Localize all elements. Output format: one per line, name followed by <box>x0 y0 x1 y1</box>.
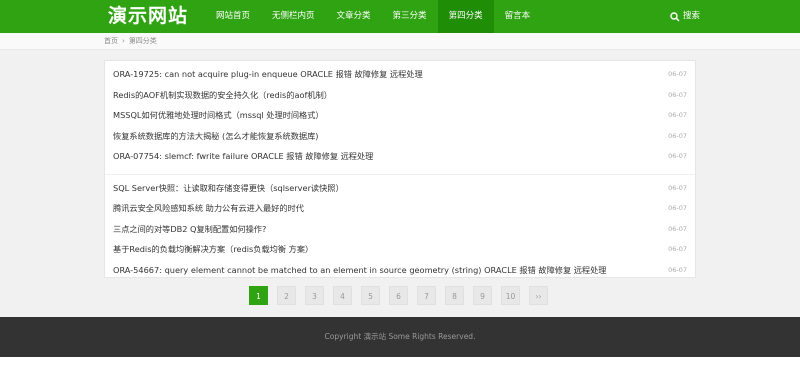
list-item[interactable]: 基于Redis的负载均衡解决方案（redis负载均衡 方案） 06-07 <box>113 239 687 260</box>
site-footer: Copyright 演示站 Some Rights Reserved. <box>0 317 800 357</box>
nav-item-no-sidebar[interactable]: 无侧栏内页 <box>261 0 326 33</box>
page-2-button[interactable]: 2 <box>277 286 296 305</box>
page-6-button[interactable]: 6 <box>389 286 408 305</box>
article-title[interactable]: ORA-07754: slemcf: fwrite failure ORACLE… <box>113 150 373 162</box>
nav-item-third-category[interactable]: 第三分类 <box>382 0 438 33</box>
article-date: 06-07 <box>668 183 687 192</box>
breadcrumb-bar: 首页 › 第四分类 <box>0 33 800 50</box>
site-logo[interactable]: 演示网站 <box>108 3 188 29</box>
page-5-button[interactable]: 5 <box>361 286 380 305</box>
article-date: 06-07 <box>668 131 687 140</box>
list-item[interactable]: 三点之间的对等DB2 Q复制配置如何操作? 06-07 <box>113 219 687 240</box>
site-header: 演示网站 网站首页 无侧栏内页 文章分类 第三分类 第四分类 留言本 搜索 <box>0 0 800 33</box>
search-button[interactable]: 搜索 <box>670 0 700 33</box>
breadcrumb-home[interactable]: 首页 <box>104 33 118 49</box>
article-title[interactable]: 三点之间的对等DB2 Q复制配置如何操作? <box>113 223 266 235</box>
article-date: 06-07 <box>668 265 687 274</box>
page-8-button[interactable]: 8 <box>445 286 464 305</box>
next-page-button[interactable]: ›› <box>529 286 548 305</box>
article-group: SQL Server快照：让读取和存储变得更快（sqlserver读快照） 06-… <box>105 173 695 281</box>
nav-item-home[interactable]: 网站首页 <box>205 0 261 33</box>
list-item[interactable]: ORA-19725: can not acquire plug-in enque… <box>113 64 687 85</box>
breadcrumb-separator: › <box>122 37 125 45</box>
list-item[interactable]: MSSQL如何优雅地处理时间格式（mssql 处理时间格式） 06-07 <box>113 105 687 126</box>
page-7-button[interactable]: 7 <box>417 286 436 305</box>
article-date: 06-07 <box>668 111 687 120</box>
article-title[interactable]: MSSQL如何优雅地处理时间格式（mssql 处理时间格式） <box>113 109 324 121</box>
list-item[interactable]: ORA-07754: slemcf: fwrite failure ORACLE… <box>113 146 687 167</box>
pagination: 1 2 3 4 5 6 7 8 9 10 ›› <box>249 286 548 305</box>
article-title[interactable]: Redis的AOF机制实现数据的安全持久化（redis的aof机制） <box>113 89 332 101</box>
article-date: 06-07 <box>668 152 687 161</box>
copyright-text: Copyright 演示站 Some Rights Reserved. <box>324 332 476 341</box>
article-date: 06-07 <box>668 224 687 233</box>
article-date: 06-07 <box>668 70 687 79</box>
article-group: ORA-19725: can not acquire plug-in enque… <box>105 61 695 167</box>
list-item[interactable]: SQL Server快照：让读取和存储变得更快（sqlserver读快照） 06-… <box>113 178 687 199</box>
page-4-button[interactable]: 4 <box>333 286 352 305</box>
article-date: 06-07 <box>668 245 687 254</box>
article-date: 06-07 <box>668 90 687 99</box>
page-1-button[interactable]: 1 <box>249 286 268 305</box>
search-icon <box>670 11 680 22</box>
page-9-button[interactable]: 9 <box>473 286 492 305</box>
list-item[interactable]: 恢复系统数据库的方法大揭秘 (怎么才能恢复系统数据库) 06-07 <box>113 126 687 147</box>
breadcrumb-current[interactable]: 第四分类 <box>129 33 157 49</box>
page-bottom <box>0 357 800 380</box>
article-title[interactable]: ORA-19725: can not acquire plug-in enque… <box>113 68 423 80</box>
article-title[interactable]: 腾讯云安全风险感知系统 助力公有云进入最好的时代 <box>113 202 304 214</box>
article-date: 06-07 <box>668 204 687 213</box>
nav-item-articles[interactable]: 文章分类 <box>326 0 382 33</box>
list-item[interactable]: Redis的AOF机制实现数据的安全持久化（redis的aof机制） 06-07 <box>113 85 687 106</box>
nav-item-guestbook[interactable]: 留言本 <box>494 0 542 33</box>
article-title[interactable]: 基于Redis的负载均衡解决方案（redis负载均衡 方案） <box>113 243 313 255</box>
article-title[interactable]: 恢复系统数据库的方法大揭秘 (怎么才能恢复系统数据库) <box>113 130 319 142</box>
list-item[interactable]: 腾讯云安全风险感知系统 助力公有云进入最好的时代 06-07 <box>113 198 687 219</box>
page-10-button[interactable]: 10 <box>501 286 520 305</box>
nav-item-fourth-category[interactable]: 第四分类 <box>437 0 494 33</box>
article-title[interactable]: SQL Server快照：让读取和存储变得更快（sqlserver读快照） <box>113 182 344 194</box>
breadcrumb: 首页 › 第四分类 <box>104 33 157 49</box>
list-item[interactable]: ORA-54667: query element cannot be match… <box>113 260 687 281</box>
page-3-button[interactable]: 3 <box>305 286 324 305</box>
main-nav: 网站首页 无侧栏内页 文章分类 第三分类 第四分类 留言本 <box>205 0 541 33</box>
article-list: ORA-19725: can not acquire plug-in enque… <box>104 60 696 278</box>
search-label: 搜索 <box>683 11 701 21</box>
article-title[interactable]: ORA-54667: query element cannot be match… <box>113 264 607 276</box>
